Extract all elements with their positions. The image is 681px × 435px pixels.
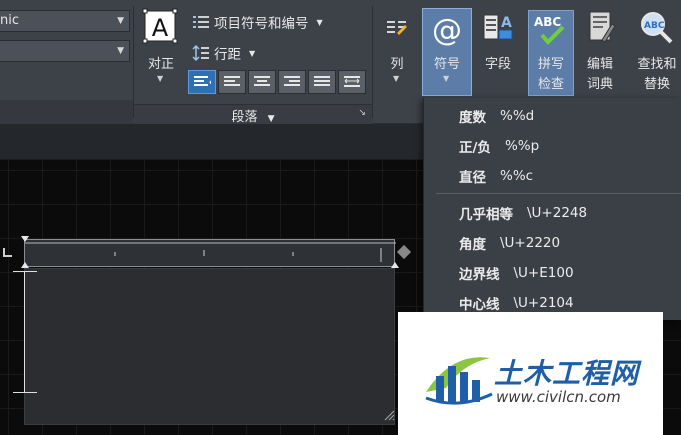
first-line-indent-icon[interactable] bbox=[21, 236, 29, 242]
chevron-down-icon: ▼ bbox=[117, 46, 124, 56]
svg-text:¶: ¶ bbox=[209, 80, 211, 89]
font-dropdown[interactable]: nic ▼ bbox=[0, 10, 130, 32]
find-replace-icon-text: ABC bbox=[644, 21, 665, 31]
watermark-logo-icon bbox=[425, 357, 493, 405]
chevron-down-icon: ▼ bbox=[443, 74, 450, 83]
bullets-button[interactable]: 项目符号和编号 ▼ bbox=[192, 12, 323, 32]
distribute-align-button[interactable] bbox=[338, 70, 366, 94]
watermark: 土木工程网 www.civilcn.com bbox=[398, 312, 663, 435]
chevron-down-icon: ▼ bbox=[249, 48, 256, 58]
text-editor-area[interactable] bbox=[24, 268, 395, 425]
text-editor-ruler[interactable] bbox=[24, 239, 396, 267]
align-right-button[interactable] bbox=[278, 70, 306, 94]
menu-item-label: 几乎相等 bbox=[459, 207, 513, 223]
paragraph-panel-title-bar[interactable]: 段落 ▼ ↘ bbox=[134, 104, 372, 125]
field-icon[interactable]: A bbox=[480, 10, 516, 46]
svg-text:A: A bbox=[501, 15, 512, 31]
menu-item-code: %%c bbox=[500, 168, 534, 184]
align-left-button[interactable] bbox=[218, 70, 246, 94]
menu-item-label: 直径 bbox=[459, 170, 486, 186]
watermark-title: 土木工程网 bbox=[494, 357, 640, 390]
justify-align-button[interactable] bbox=[308, 70, 336, 94]
chevron-down-icon[interactable]: ▼ bbox=[157, 74, 163, 83]
bullets-label: 项目符号和编号 bbox=[214, 16, 309, 32]
chevron-down-icon: ▼ bbox=[117, 16, 124, 26]
align-center-icon bbox=[254, 76, 270, 86]
line-spacing-label: 行距 bbox=[214, 47, 241, 63]
at-symbol-icon: @ bbox=[432, 12, 462, 48]
spellcheck-label-2: 检查 bbox=[537, 77, 564, 92]
menu-item-code: \U+2248 bbox=[527, 205, 588, 221]
dialog-launcher-icon[interactable]: ↘ bbox=[358, 108, 366, 118]
cursor-top-cap bbox=[13, 271, 37, 272]
menu-item-code: \U+E100 bbox=[513, 265, 574, 281]
alignment-button-group: ¶ bbox=[188, 70, 366, 94]
menu-separator bbox=[436, 193, 681, 194]
paragraph-panel-title: 段落 ▼ bbox=[134, 106, 372, 125]
line-spacing-icon bbox=[192, 44, 209, 62]
chevron-down-icon: ▼ bbox=[316, 17, 323, 27]
spellcheck-icon-text: ABC bbox=[534, 15, 561, 29]
menu-item-label: 正/负 bbox=[459, 140, 491, 156]
menu-item-label: 边界线 bbox=[459, 267, 500, 283]
color-dropdown[interactable]: ▼ bbox=[0, 40, 130, 62]
paragraph-panel-title-text: 段落 bbox=[231, 110, 258, 125]
menu-item-code: %%d bbox=[500, 108, 535, 124]
svg-text:A: A bbox=[152, 14, 169, 42]
justify-label[interactable]: 对正 bbox=[144, 56, 178, 73]
dictionary-label-1[interactable]: 编辑 bbox=[580, 56, 620, 73]
chevron-down-icon: ▼ bbox=[267, 114, 275, 124]
watermark-url: www.civilcn.com bbox=[496, 388, 621, 406]
dictionary-icon[interactable] bbox=[583, 10, 619, 46]
menu-item-angle[interactable]: 角度 \U+2220 bbox=[459, 229, 560, 257]
line-spacing-button[interactable]: 行距 ▼ bbox=[192, 43, 255, 63]
formatting-panel-footer bbox=[0, 100, 133, 124]
spellcheck-icon: ABC bbox=[533, 12, 569, 48]
menu-item-diameter[interactable]: 直径 %%c bbox=[459, 162, 533, 190]
align-center-button[interactable] bbox=[248, 70, 276, 94]
columns-icon[interactable] bbox=[380, 12, 414, 46]
justify-icon[interactable]: A bbox=[142, 8, 178, 44]
font-dropdown-value: nic bbox=[0, 13, 19, 28]
distribute-align-icon bbox=[344, 76, 360, 87]
menu-item-label: 中心线 bbox=[459, 297, 500, 313]
menu-item-code: %%p bbox=[504, 138, 540, 154]
spellcheck-label-1: 拼写 bbox=[537, 57, 564, 72]
find-replace-label-1[interactable]: 查找和 bbox=[634, 56, 680, 73]
align-left-icon bbox=[224, 76, 240, 86]
paragraph-align-default-button[interactable]: ¶ bbox=[188, 70, 216, 94]
chevron-down-icon[interactable]: ▼ bbox=[393, 74, 399, 83]
tab-type-icon[interactable] bbox=[3, 248, 12, 257]
field-label[interactable]: 字段 bbox=[479, 56, 517, 73]
panel-divider bbox=[133, 6, 134, 118]
align-right-icon bbox=[284, 76, 300, 86]
paragraph-icon: ¶ bbox=[194, 76, 211, 89]
columns-label[interactable]: 列 bbox=[386, 56, 408, 73]
symbol-label: 符号 bbox=[433, 57, 460, 72]
menu-item-plus-minus[interactable]: 正/负 %%p bbox=[459, 132, 539, 160]
resize-grip-icon[interactable] bbox=[383, 409, 395, 421]
menu-item-degree[interactable]: 度数 %%d bbox=[459, 102, 534, 130]
find-replace-label-2[interactable]: 替换 bbox=[634, 76, 680, 93]
cursor-bottom-cap bbox=[13, 392, 37, 393]
menu-item-code: \U+2220 bbox=[500, 235, 561, 251]
menu-item-label: 角度 bbox=[459, 237, 486, 253]
dictionary-label-2[interactable]: 词典 bbox=[580, 76, 620, 93]
menu-item-boundary-line[interactable]: 边界线 \U+E100 bbox=[459, 259, 574, 287]
symbol-dropdown-menu: 度数 %%d 正/负 %%p 直径 %%c 几乎相等 \U+2248 角度 \U… bbox=[423, 98, 681, 320]
panel-divider bbox=[372, 6, 373, 118]
menu-item-almost-equal[interactable]: 几乎相等 \U+2248 bbox=[459, 199, 587, 227]
bullets-icon bbox=[193, 16, 209, 28]
find-replace-icon[interactable]: ABC bbox=[638, 10, 674, 46]
menu-item-code: \U+2104 bbox=[513, 295, 574, 311]
menu-item-label: 度数 bbox=[459, 110, 486, 126]
justify-align-icon bbox=[314, 76, 330, 86]
text-cursor bbox=[24, 271, 25, 393]
